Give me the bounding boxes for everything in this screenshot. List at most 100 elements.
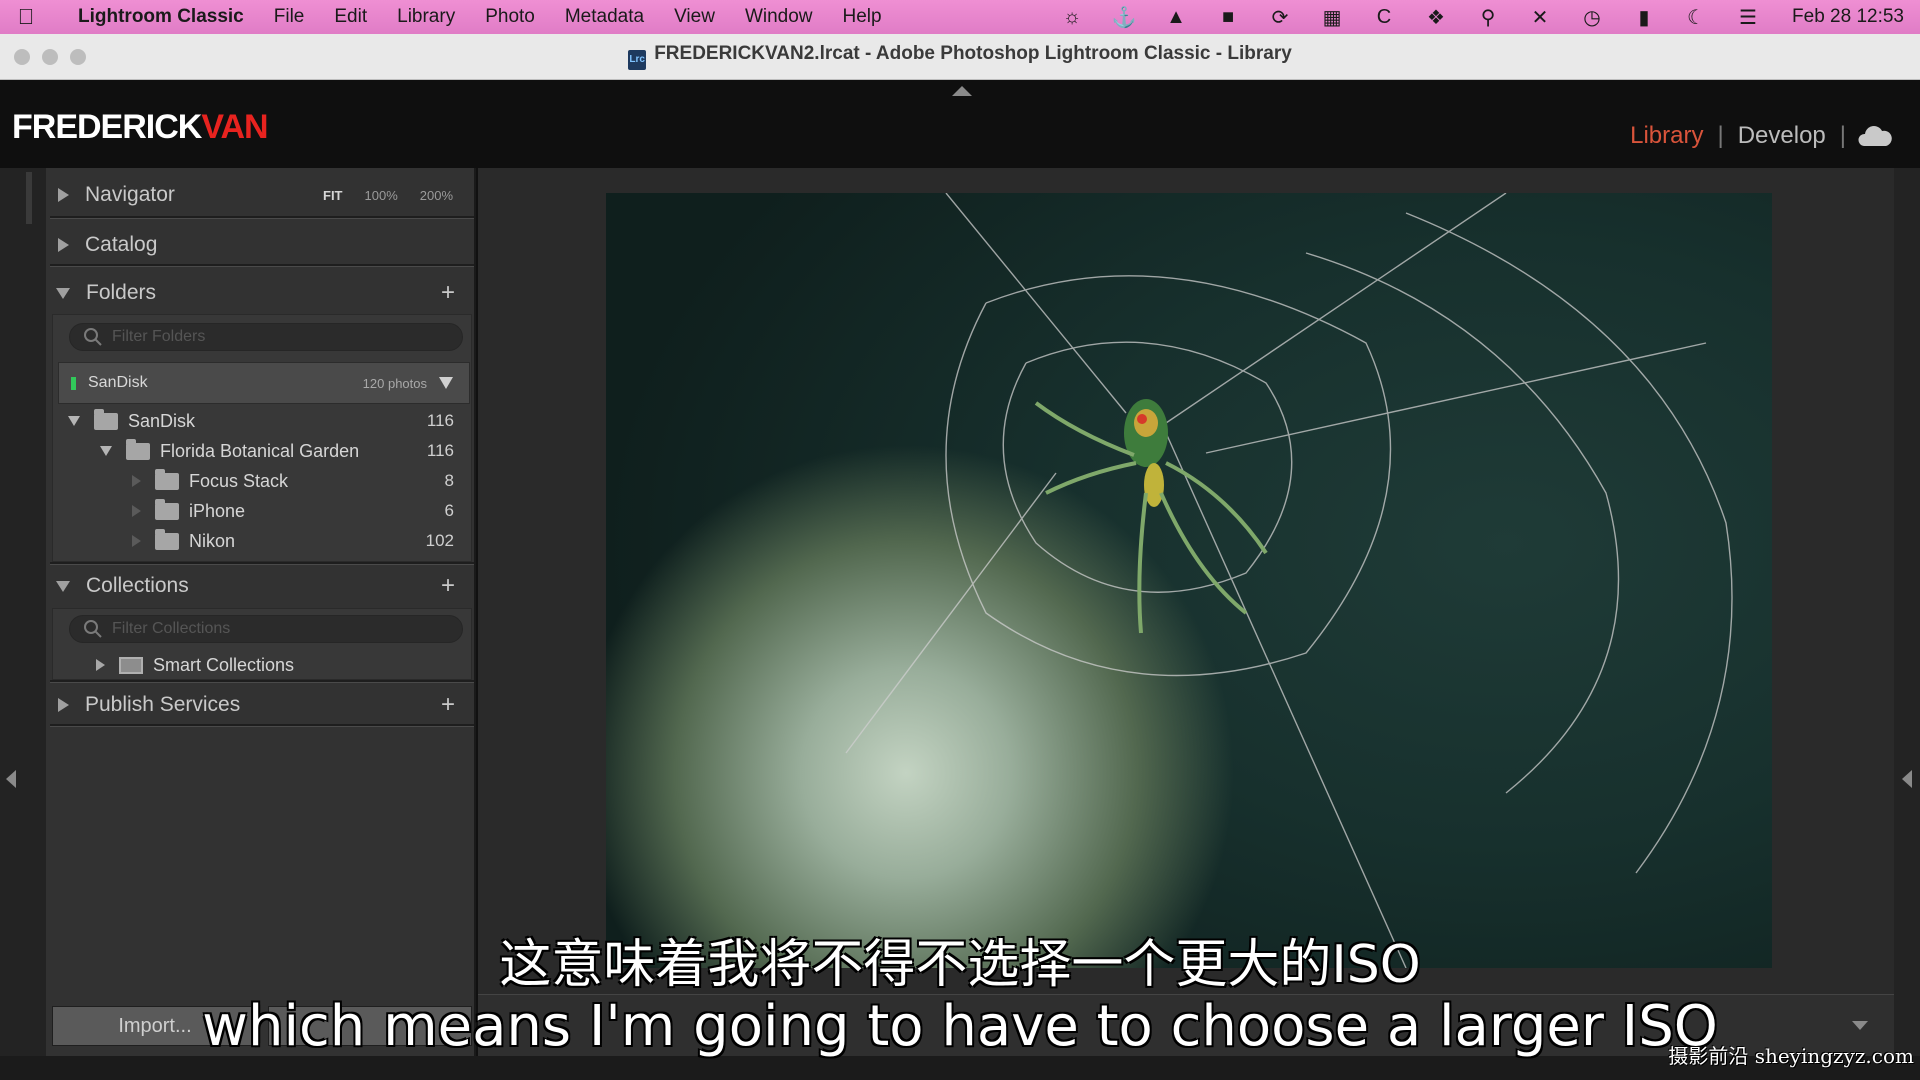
expand-triangle-icon[interactable] [58, 188, 69, 202]
module-picker: Library | Develop | [1616, 122, 1892, 150]
collapse-right-panel-icon[interactable] [1902, 770, 1912, 788]
folder-icon [155, 528, 179, 550]
identity-plate-logo: FREDERICKVAN [12, 108, 269, 147]
collections-label: Collections [86, 574, 189, 597]
volume-name: SanDisk [88, 374, 148, 391]
publish-services-label: Publish Services [85, 693, 241, 716]
module-separator: | [1839, 122, 1846, 149]
expand-triangle-icon[interactable] [58, 238, 69, 252]
module-develop[interactable]: Develop [1724, 122, 1840, 150]
folders-label: Folders [86, 281, 157, 304]
menu-metadata[interactable]: Metadata [550, 6, 659, 28]
add-publish-service-icon[interactable]: + [441, 691, 455, 719]
menu-view[interactable]: View [659, 6, 730, 28]
filter-folders-input[interactable]: Filter Folders [69, 323, 463, 351]
collapse-triangle-icon[interactable] [56, 287, 70, 299]
collapse-triangle-icon[interactable] [56, 580, 70, 592]
spider-photo-illustration [845, 193, 1733, 968]
add-folder-icon[interactable]: + [441, 279, 455, 307]
panel-grip[interactable] [26, 172, 32, 224]
expand-triangle-icon[interactable] [132, 535, 141, 547]
expand-triangle-icon[interactable] [96, 659, 105, 671]
c-icon[interactable]: C [1358, 0, 1410, 34]
collection-row[interactable]: Smart Collections [60, 650, 470, 680]
apple-menu-icon[interactable]:  [0, 4, 52, 30]
refresh-icon[interactable]: ⟳ [1254, 0, 1306, 34]
folder-count: 116 [426, 441, 454, 460]
collapse-top-panel-icon[interactable] [952, 86, 972, 96]
folder-icon [155, 468, 179, 490]
status-area: ☼ ⚓ ▲ ■ ⟳ ▦ C ❖ ⚲ ✕ ◷ ▮ ☾ ☰ Feb 28 12:53 [1046, 0, 1920, 34]
mute-icon[interactable]: ✕ [1514, 0, 1566, 34]
main-photo[interactable] [606, 193, 1772, 968]
clock[interactable]: Feb 28 12:53 [1774, 6, 1904, 28]
expand-triangle-icon[interactable] [132, 505, 141, 517]
zoom-200[interactable]: 200% [420, 188, 453, 203]
window-title-text: FREDERICKVAN2.lrcat - Adobe Photoshop Li… [654, 43, 1292, 64]
panel-divider [50, 216, 474, 219]
expand-triangle-icon[interactable] [58, 698, 69, 712]
lightroom-app-icon: Lrc [628, 50, 647, 70]
folder-row[interactable]: SanDisk 116 [60, 406, 470, 436]
publish-services-header[interactable]: Publish Services + [46, 682, 461, 728]
window-title-bar: Lrc FREDERICKVAN2.lrcat - Adobe Photoshop… [0, 34, 1920, 80]
panel-divider [50, 724, 474, 727]
anchor-icon[interactable]: ⚓ [1098, 0, 1150, 34]
catalog-header[interactable]: Catalog [46, 222, 461, 268]
folder-row[interactable]: Nikon 102 [60, 526, 470, 556]
menu-help[interactable]: Help [828, 6, 897, 28]
folder-name: SanDisk [128, 410, 196, 431]
folder-icon [126, 438, 150, 460]
screen-icon[interactable]: ■ [1202, 0, 1254, 34]
folder-row[interactable]: Focus Stack 8 [60, 466, 470, 496]
navigator-label: Navigator [85, 183, 175, 206]
creative-cloud-icon[interactable]: ☼ [1046, 0, 1098, 34]
smart-collection-icon [119, 656, 143, 674]
collapse-left-panel-icon[interactable] [6, 770, 16, 788]
watermark-text: 摄影前沿 sheyingzyz.com [1668, 1044, 1914, 1068]
volume-row[interactable]: SanDisk 120 photos [58, 362, 470, 404]
module-library[interactable]: Library [1616, 122, 1717, 150]
menu-library[interactable]: Library [382, 6, 470, 28]
filmstrip-collapsed [0, 1056, 1920, 1080]
folder-row[interactable]: iPhone 6 [60, 496, 470, 526]
volume-menu-icon[interactable] [439, 377, 453, 389]
subtitle-english: which means I'm going to have to choose … [202, 994, 1718, 1059]
keyboard-icon[interactable]: ▦ [1306, 0, 1358, 34]
search-icon[interactable]: ⚲ [1462, 0, 1514, 34]
moon-icon[interactable]: ☾ [1670, 0, 1722, 34]
catalog-label: Catalog [85, 233, 158, 256]
navigator-zoom-options: FIT 100% 200% [323, 188, 453, 203]
logo-red-text: VAN [201, 108, 268, 146]
zoom-100[interactable]: 100% [365, 188, 398, 203]
expand-triangle-icon[interactable] [132, 475, 141, 487]
folder-name: Florida Botanical Garden [160, 440, 360, 461]
collapse-triangle-icon[interactable] [68, 416, 80, 426]
folder-icon [94, 408, 118, 430]
folder-count: 116 [426, 411, 454, 430]
folder-count: 8 [444, 471, 454, 490]
battery-icon[interactable]: ▮ [1618, 0, 1670, 34]
navigator-header[interactable]: Navigator FIT 100% 200% [46, 172, 461, 218]
collections-header[interactable]: Collections + [46, 563, 461, 609]
zoom-fit[interactable]: FIT [323, 188, 343, 203]
menu-file[interactable]: File [259, 6, 320, 28]
folder-name: iPhone [189, 500, 246, 521]
filter-folders-placeholder: Filter Folders [112, 328, 206, 345]
menu-photo[interactable]: Photo [470, 6, 550, 28]
dropbox-icon[interactable]: ❖ [1410, 0, 1462, 34]
logo-white-text: FREDERICK [12, 108, 202, 146]
menu-edit[interactable]: Edit [319, 6, 382, 28]
cloud-sync-icon[interactable] [1858, 126, 1892, 146]
drive-icon[interactable]: ▲ [1150, 0, 1202, 34]
menu-window[interactable]: Window [730, 6, 828, 28]
collapse-triangle-icon[interactable] [100, 446, 112, 456]
filter-collections-input[interactable]: Filter Collections [69, 615, 463, 643]
folder-row[interactable]: Florida Botanical Garden 116 [60, 436, 470, 466]
folder-count: 6 [444, 501, 454, 520]
menu-app-name[interactable]: Lightroom Classic [52, 6, 259, 28]
folders-header[interactable]: Folders + [46, 270, 461, 316]
time-machine-icon[interactable]: ◷ [1566, 0, 1618, 34]
control-center-icon[interactable]: ☰ [1722, 0, 1774, 34]
add-collection-icon[interactable]: + [441, 572, 455, 600]
